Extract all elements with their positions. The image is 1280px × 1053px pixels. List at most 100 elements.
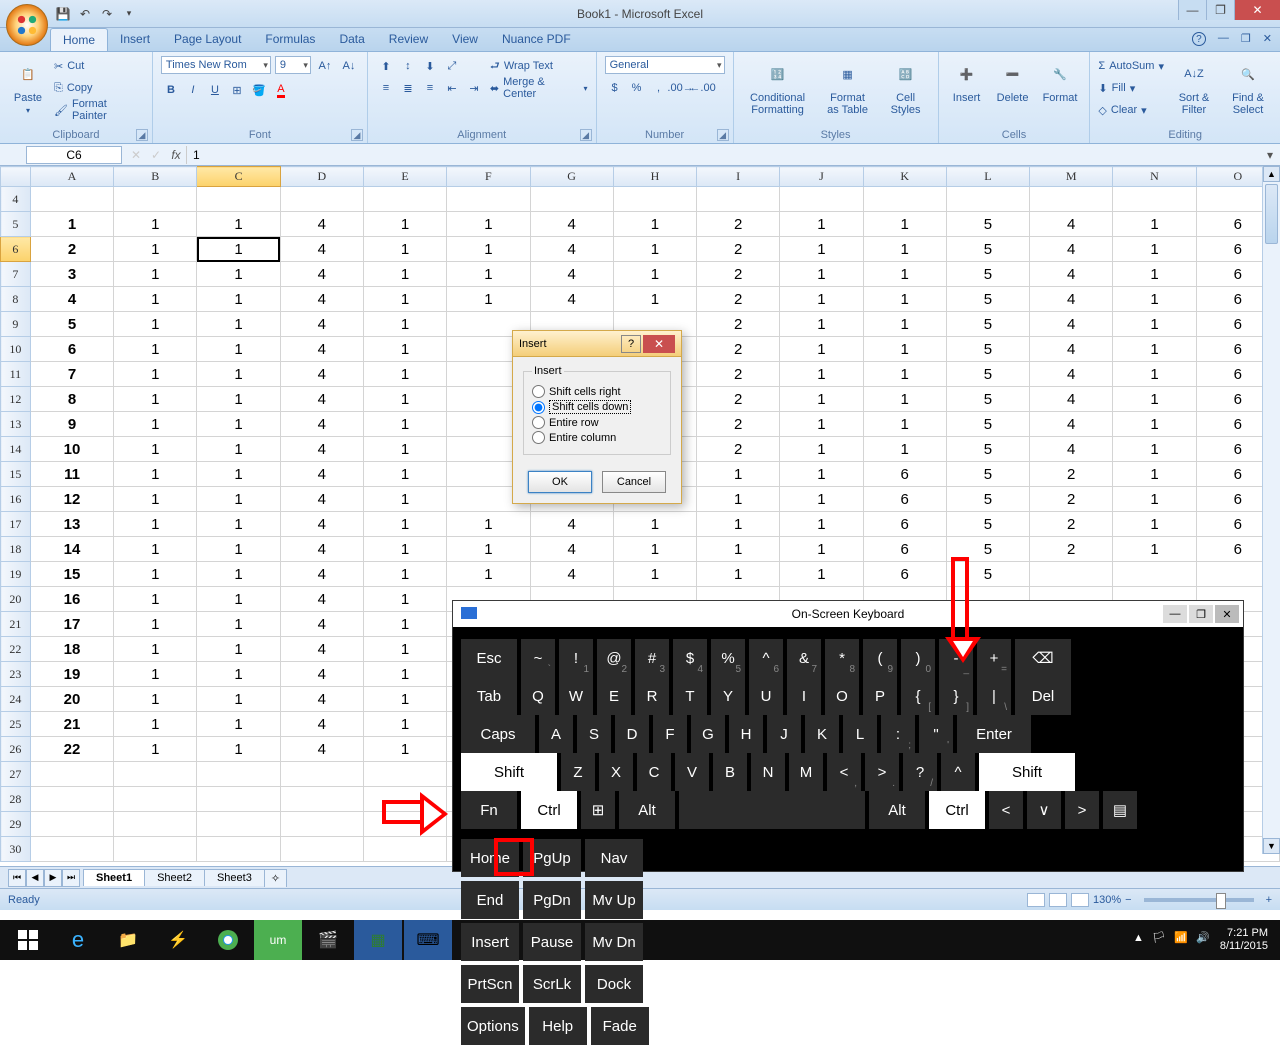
key-d[interactable]: D [615,715,649,753]
cell-K8[interactable]: 1 [863,287,946,312]
key-q[interactable]: Q [521,677,555,715]
sort-button[interactable]: A↓ZSort & Filter [1170,56,1218,118]
cell-B20[interactable]: 1 [114,587,197,612]
key-<[interactable]: < [989,791,1023,829]
cell-D25[interactable]: 4 [280,712,363,737]
font-size-combo[interactable]: 9 [275,56,311,74]
cell-J4[interactable] [780,187,863,212]
row-header-11[interactable]: 11 [1,362,31,387]
cell-H5[interactable]: 1 [613,212,696,237]
row-header-8[interactable]: 8 [1,287,31,312]
cell-A27[interactable] [30,762,113,787]
cell-E24[interactable]: 1 [363,687,446,712]
percent-button[interactable]: % [627,78,647,98]
cell-B18[interactable]: 1 [114,537,197,562]
mdi-close[interactable]: ✕ [1263,32,1272,46]
cell-N9[interactable]: 1 [1113,312,1196,337]
cell-L11[interactable]: 5 [946,362,1029,387]
key-shift[interactable]: Shift [461,753,557,791]
tb-explorer[interactable]: 📁 [104,920,152,960]
redo-icon[interactable]: ↷ [98,5,116,23]
paste-button[interactable]: 📋 Paste ▾ [8,56,48,117]
cell-A11[interactable]: 7 [30,362,113,387]
tb-osk[interactable]: ⌨ [404,920,452,960]
osk-maximize[interactable]: ❐ [1189,605,1213,623]
key-scrlk[interactable]: ScrLk [523,965,581,1003]
row-header-4[interactable]: 4 [1,187,31,212]
cell-B22[interactable]: 1 [114,637,197,662]
cell-I14[interactable]: 2 [697,437,780,462]
cell-D28[interactable] [280,787,363,812]
key-h[interactable]: H [729,715,763,753]
key-end[interactable]: End [461,881,519,919]
cell-C27[interactable] [197,762,280,787]
cell-E15[interactable]: 1 [363,462,446,487]
number-launcher[interactable]: ◢ [717,129,729,141]
key-del[interactable]: Del [1015,677,1071,715]
key-"[interactable]: "' [919,715,953,753]
osk-minimize[interactable]: — [1163,605,1187,623]
cell-J17[interactable]: 1 [780,512,863,537]
key-#[interactable]: #3 [635,639,669,677]
zoom-in[interactable]: + [1266,894,1272,906]
cell-L5[interactable]: 5 [946,212,1029,237]
cell-N5[interactable]: 1 [1113,212,1196,237]
cell-J14[interactable]: 1 [780,437,863,462]
cell-J7[interactable]: 1 [780,262,863,287]
underline-button[interactable]: U [205,80,225,100]
cell-F4[interactable] [447,187,530,212]
key-v[interactable]: V [675,753,709,791]
key-~[interactable]: ~` [521,639,555,677]
as-table-button[interactable]: ▦Format as Table [820,56,876,118]
cell-E8[interactable]: 1 [363,287,446,312]
cell-M18[interactable]: 2 [1030,537,1113,562]
fmtpainter-button[interactable]: 🖌Format Painter [54,100,144,120]
cell-I8[interactable]: 2 [697,287,780,312]
col-header-A[interactable]: A [30,167,113,187]
align-mid[interactable]: ↕ [398,56,418,76]
currency-button[interactable]: $ [605,78,625,98]
cell-C14[interactable]: 1 [197,437,280,462]
cut-button[interactable]: ✂Cut [54,56,144,76]
key-alt[interactable]: Alt [869,791,925,829]
cell-D7[interactable]: 4 [280,262,363,287]
cell-D10[interactable]: 4 [280,337,363,362]
cell-D17[interactable]: 4 [280,512,363,537]
cell-A8[interactable]: 4 [30,287,113,312]
dec-decimal[interactable]: ←.00 [693,78,713,98]
cell-G5[interactable]: 4 [530,212,613,237]
cell-M8[interactable]: 4 [1030,287,1113,312]
cell-L10[interactable]: 5 [946,337,1029,362]
col-header-B[interactable]: B [114,167,197,187]
select-all[interactable] [1,167,31,187]
key-+[interactable]: += [977,639,1011,677]
cell-E9[interactable]: 1 [363,312,446,337]
border-button[interactable]: ⊞ [227,80,247,100]
cell-C4[interactable] [197,187,280,212]
key-g[interactable]: G [691,715,725,753]
cell-A28[interactable] [30,787,113,812]
key-k[interactable]: K [805,715,839,753]
key-shift[interactable]: Shift [979,753,1075,791]
cell-B13[interactable]: 1 [114,412,197,437]
cell-E7[interactable]: 1 [363,262,446,287]
cell-C21[interactable]: 1 [197,612,280,637]
mdi-minimize[interactable]: — [1218,32,1229,46]
key-|[interactable]: |\ [977,677,1011,715]
cell-G6[interactable]: 4 [530,237,613,262]
cell-B16[interactable]: 1 [114,487,197,512]
key-insert[interactable]: Insert [461,923,519,961]
dialog-close[interactable]: ✕ [643,335,675,353]
cell-M7[interactable]: 4 [1030,262,1113,287]
col-header-E[interactable]: E [363,167,446,187]
cell-D13[interactable]: 4 [280,412,363,437]
radio-entire-row[interactable]: Entire row [532,416,662,429]
col-header-G[interactable]: G [530,167,613,187]
cell-D26[interactable]: 4 [280,737,363,762]
cell-B27[interactable] [114,762,197,787]
col-header-F[interactable]: F [447,167,530,187]
cell-K7[interactable]: 1 [863,262,946,287]
italic-button[interactable]: I [183,80,203,100]
cell-G8[interactable]: 4 [530,287,613,312]
sheet-tab-sheet2[interactable]: Sheet2 [144,869,205,886]
